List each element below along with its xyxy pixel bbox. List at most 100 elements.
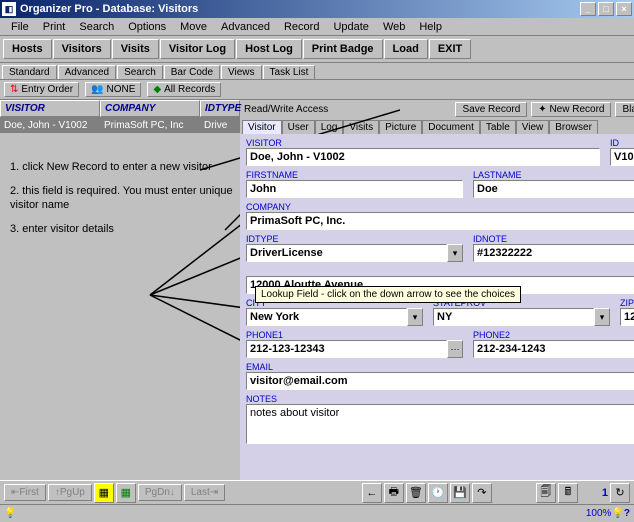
- load-button[interactable]: Load: [384, 39, 428, 59]
- notes-label: NOTES: [246, 394, 634, 404]
- db-icon[interactable]: 💾: [450, 483, 470, 503]
- phone2-input[interactable]: [473, 340, 634, 358]
- menu-record[interactable]: Record: [277, 21, 326, 33]
- menu-web[interactable]: Web: [376, 21, 412, 33]
- exit-icon[interactable]: ↷: [472, 483, 492, 503]
- visitor-form: VISITOR ID FIRSTNAME LASTNAME: [240, 134, 634, 480]
- clock-icon[interactable]: 🕐: [428, 483, 448, 503]
- firstname-label: FIRSTNAME: [246, 170, 463, 180]
- idtype-dropdown-icon[interactable]: ▾: [447, 244, 463, 262]
- tab-visitor[interactable]: Visitor: [242, 120, 282, 134]
- menu-advanced[interactable]: Advanced: [214, 21, 277, 33]
- record-count: 1: [602, 487, 608, 499]
- print-badge-button[interactable]: Print Badge: [303, 39, 383, 59]
- tab-browser[interactable]: Browser: [549, 120, 598, 134]
- calc-icon[interactable]: 🖩: [558, 483, 578, 503]
- annotation-1: 1. click New Record to enter a new visit…: [10, 160, 240, 174]
- menu-print[interactable]: Print: [36, 21, 73, 33]
- hint-icon[interactable]: 💡: [611, 508, 623, 519]
- tab-view[interactable]: View: [516, 120, 550, 134]
- table-row[interactable]: Doe, John - V1002 PrimaSoft PC, Inc Driv…: [0, 118, 240, 133]
- titlebar: ◧ Organizer Pro - Database: Visitors _ □…: [0, 0, 634, 18]
- phone1-more-icon[interactable]: ⋯: [447, 340, 463, 358]
- tab-barcode[interactable]: Bar Code: [164, 65, 220, 79]
- print-icon[interactable]: 🖶: [384, 483, 404, 503]
- tab-log[interactable]: Log: [315, 120, 344, 134]
- annotation-overlay: 1. click New Record to enter a new visit…: [10, 160, 240, 246]
- last-button[interactable]: Last⇥: [184, 484, 225, 501]
- city-dropdown-icon[interactable]: ▾: [407, 308, 423, 326]
- filter-bar: ⇅Entry Order 👥NONE ◆All Records: [0, 80, 634, 100]
- exit-button[interactable]: EXIT: [429, 39, 471, 59]
- filter-none-button[interactable]: 👥NONE: [85, 82, 141, 97]
- tab-tasklist[interactable]: Task List: [263, 65, 316, 79]
- tab-views[interactable]: Views: [221, 65, 262, 79]
- delete-icon[interactable]: 🗑: [406, 483, 426, 503]
- tab-user[interactable]: User: [282, 120, 315, 134]
- nav-icon-1[interactable]: ▦: [94, 483, 114, 503]
- access-label: Read/Write Access: [244, 104, 328, 115]
- tab-picture[interactable]: Picture: [379, 120, 422, 134]
- main-area: VISITOR COMPANY IDTYPE Doe, John - V1002…: [0, 100, 634, 480]
- idnote-input[interactable]: [473, 244, 634, 262]
- app-icon: ◧: [2, 2, 16, 16]
- menu-file[interactable]: File: [4, 21, 36, 33]
- all-records-button[interactable]: ◆All Records: [147, 82, 221, 97]
- nav-icon-2[interactable]: ▦: [116, 483, 136, 503]
- email-input[interactable]: [246, 372, 634, 390]
- stateprov-input[interactable]: [433, 308, 594, 326]
- toolbar: Hosts Visitors Visits Visitor Log Host L…: [0, 36, 634, 63]
- sort-button[interactable]: ⇅Entry Order: [4, 82, 79, 97]
- col-company[interactable]: COMPANY: [100, 100, 200, 117]
- tab-advanced[interactable]: Advanced: [58, 65, 116, 79]
- company-input[interactable]: [246, 212, 634, 230]
- notes-input[interactable]: notes about visitor: [246, 404, 634, 444]
- stateprov-dropdown-icon[interactable]: ▾: [594, 308, 610, 326]
- tab-document[interactable]: Document: [422, 120, 480, 134]
- save-record-button[interactable]: Save Record: [455, 102, 527, 117]
- pgdn-button[interactable]: PgDn↓: [138, 484, 182, 501]
- menu-update[interactable]: Update: [326, 21, 375, 33]
- menu-help[interactable]: Help: [412, 21, 449, 33]
- tab-standard[interactable]: Standard: [2, 65, 57, 79]
- hosts-button[interactable]: Hosts: [3, 39, 52, 59]
- col-idtype[interactable]: IDTYPE: [200, 100, 240, 117]
- close-button[interactable]: ×: [616, 2, 632, 16]
- first-button[interactable]: ⇤First: [4, 484, 46, 501]
- grid-header: VISITOR COMPANY IDTYPE: [0, 100, 240, 118]
- visits-button[interactable]: Visits: [112, 39, 159, 59]
- phone1-input[interactable]: [246, 340, 447, 358]
- host-log-button[interactable]: Host Log: [236, 39, 302, 59]
- new-record-button[interactable]: ✦ New Record: [531, 102, 611, 117]
- idtype-label: IDTYPE: [246, 234, 463, 244]
- id-label: ID: [610, 138, 634, 148]
- visitor-log-button[interactable]: Visitor Log: [160, 39, 235, 59]
- cell-idtype: Drive: [200, 118, 240, 133]
- menu-move[interactable]: Move: [173, 21, 214, 33]
- minimize-button[interactable]: _: [580, 2, 596, 16]
- help-icon[interactable]: ?: [624, 508, 630, 519]
- city-input[interactable]: [246, 308, 407, 326]
- tab-search[interactable]: Search: [117, 65, 163, 79]
- firstname-input[interactable]: [246, 180, 463, 198]
- id-input[interactable]: [610, 148, 634, 166]
- visitor-input[interactable]: [246, 148, 600, 166]
- pgup-button[interactable]: ↑PgUp: [48, 484, 92, 501]
- refresh-icon[interactable]: ↻: [610, 483, 630, 503]
- zippost-input[interactable]: [620, 308, 634, 326]
- col-visitor[interactable]: VISITOR: [0, 100, 100, 117]
- menu-search[interactable]: Search: [72, 21, 121, 33]
- lookup-tooltip: Lookup Field - click on the down arrow t…: [255, 286, 521, 303]
- maximize-button[interactable]: □: [598, 2, 614, 16]
- menu-options[interactable]: Options: [121, 21, 173, 33]
- tab-table[interactable]: Table: [480, 120, 516, 134]
- doc-icon[interactable]: 🗐: [536, 483, 556, 503]
- idtype-input[interactable]: [246, 244, 447, 262]
- blank-button[interactable]: Blank: [615, 102, 634, 117]
- lastname-input[interactable]: [473, 180, 634, 198]
- visitors-button[interactable]: Visitors: [53, 39, 111, 59]
- idnote-label: IDNOTE: [473, 234, 634, 244]
- menubar: File Print Search Options Move Advanced …: [0, 18, 634, 36]
- tab-visits[interactable]: Visits: [343, 120, 379, 134]
- back-icon[interactable]: ←: [362, 483, 382, 503]
